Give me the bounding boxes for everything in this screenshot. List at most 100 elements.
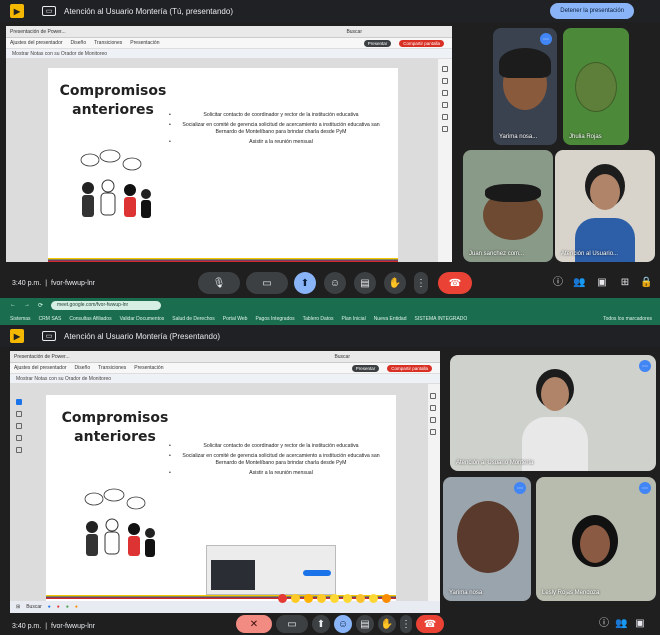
bookmark[interactable]: Plan Inicial: [342, 316, 366, 322]
tool-icon[interactable]: [16, 399, 22, 405]
ribbon-item[interactable]: Ajustes del presentador: [10, 40, 63, 46]
taskbar-search[interactable]: Buscar: [26, 604, 42, 610]
chat-icon[interactable]: ▣: [634, 618, 646, 630]
ppt-tab[interactable]: Presentación de Power...: [10, 29, 66, 35]
tool-icon[interactable]: [442, 66, 448, 72]
surprised-icon[interactable]: [343, 594, 352, 603]
present-button[interactable]: Presentar: [351, 364, 380, 372]
forward-icon[interactable]: →: [24, 302, 30, 308]
leave-call-button[interactable]: ☎: [416, 615, 444, 633]
tool-icon[interactable]: [16, 423, 22, 429]
stop-presenting-button[interactable]: Detener la presentación: [550, 3, 634, 19]
info-icon[interactable]: ⓘ: [552, 277, 564, 289]
share-button[interactable]: Compartir pantalla: [399, 39, 444, 47]
captions-button[interactable]: ▤: [354, 272, 376, 294]
taskbar-app-icon[interactable]: ●: [57, 604, 60, 610]
party-icon[interactable]: [304, 594, 313, 603]
raise-hand-button[interactable]: ✋: [384, 272, 406, 294]
tool-icon[interactable]: [16, 411, 22, 417]
thumbs-up-icon[interactable]: [291, 594, 300, 603]
ppt-tab[interactable]: Presentación de Power...: [14, 354, 70, 360]
ppt-search[interactable]: Buscar: [346, 29, 362, 35]
bookmark[interactable]: CRM SAS: [39, 316, 62, 322]
tool-icon[interactable]: [16, 447, 22, 453]
captions-button[interactable]: ▤: [356, 615, 374, 633]
meet-popup-preview: [206, 545, 336, 595]
taskbar-app-icon[interactable]: ●: [48, 604, 51, 610]
thinking-icon[interactable]: [369, 594, 378, 603]
mic-button[interactable]: 🎙: [198, 272, 240, 294]
tool-icon[interactable]: [430, 393, 436, 399]
all-bookmarks[interactable]: Todos los marcadores: [603, 316, 652, 322]
laugh-icon[interactable]: [330, 594, 339, 603]
ribbon-item[interactable]: Ajustes del presentador: [14, 365, 67, 371]
camera-button[interactable]: ▭: [276, 615, 308, 633]
participant-tile[interactable]: Juan sanchez com...: [463, 150, 553, 262]
tool-icon[interactable]: [430, 417, 436, 423]
bookmark[interactable]: Pagos Integrados: [255, 316, 294, 322]
browser-tab-row: ← → ⟳ meet.google.com/fvor-fwwup-lnr: [0, 298, 660, 312]
sad-icon[interactable]: [356, 594, 365, 603]
tool-icon[interactable]: [442, 126, 448, 132]
ppt-notice-bar: Mostrar Notas con su Orador de Monitoreo: [10, 374, 440, 384]
tool-icon[interactable]: [16, 435, 22, 441]
tool-icon[interactable]: [442, 102, 448, 108]
windows-start-icon[interactable]: ⊞: [16, 604, 20, 610]
ribbon-item[interactable]: Transiciones: [98, 365, 126, 371]
ribbon-item[interactable]: Diseño: [71, 40, 87, 46]
ppt-search[interactable]: Buscar: [334, 354, 350, 360]
present-button[interactable]: Presentar: [363, 39, 392, 47]
tool-icon[interactable]: [430, 405, 436, 411]
bookmark[interactable]: Sistemas: [10, 316, 31, 322]
clap-icon[interactable]: [317, 594, 326, 603]
people-icon[interactable]: 👥: [573, 277, 585, 289]
tool-icon[interactable]: [442, 114, 448, 120]
reaction-bar: [278, 594, 391, 603]
more-options-button[interactable]: ⋮: [400, 615, 412, 633]
share-button[interactable]: Compartir pantalla: [387, 364, 432, 372]
participant-tile[interactable]: ⋯ Lesly Rojas Mendoza: [536, 477, 656, 601]
bookmark[interactable]: Tablero Datos: [303, 316, 334, 322]
heart-icon[interactable]: [278, 594, 287, 603]
ribbon-item[interactable]: Diseño: [75, 365, 91, 371]
people-icon[interactable]: 👥: [615, 618, 627, 630]
bookmark[interactable]: Nueva Entidad: [374, 316, 407, 322]
raise-hand-button[interactable]: ✋: [378, 615, 396, 633]
present-button[interactable]: ⬆: [294, 272, 316, 294]
participant-tile[interactable]: Jhulia Rojas: [563, 28, 629, 145]
leave-call-button[interactable]: ☎: [438, 272, 472, 294]
reload-icon[interactable]: ⟳: [38, 302, 43, 309]
reactions-button[interactable]: ☺: [334, 615, 352, 633]
ribbon-item[interactable]: Presentación: [134, 365, 163, 371]
ribbon-item[interactable]: Transiciones: [94, 40, 122, 46]
address-bar[interactable]: meet.google.com/fvor-fwwup-lnr: [51, 300, 162, 310]
taskbar-app-icon[interactable]: ●: [75, 604, 78, 610]
thumbs-down-icon[interactable]: [382, 594, 391, 603]
present-button[interactable]: ⬆: [312, 615, 330, 633]
host-controls-icon[interactable]: 🔒: [640, 277, 652, 289]
tool-icon[interactable]: [442, 90, 448, 96]
tool-icon[interactable]: [442, 78, 448, 84]
ribbon-item[interactable]: Presentación: [130, 40, 159, 46]
more-options-button[interactable]: ⋮: [414, 272, 428, 294]
bookmark[interactable]: Portal Web: [223, 316, 248, 322]
bullet-item: Solicitar contacto de coordinador y rect…: [169, 443, 386, 451]
info-icon[interactable]: ⓘ: [598, 618, 610, 630]
bookmark[interactable]: Salud de Derechos: [172, 316, 215, 322]
bookmark[interactable]: Consultas Afiliados: [69, 316, 111, 322]
camera-button[interactable]: ▭: [246, 272, 288, 294]
participant-tile[interactable]: Atención al Usuario...: [555, 150, 655, 262]
taskbar-app-icon[interactable]: ●: [66, 604, 69, 610]
participant-tile[interactable]: ⋯ Atención al Usuario Montería: [450, 355, 656, 471]
mic-off-button[interactable]: ✕: [236, 615, 272, 633]
tool-icon[interactable]: [430, 429, 436, 435]
reactions-button[interactable]: ☺: [324, 272, 346, 294]
bookmark[interactable]: Validar Documentos: [120, 316, 165, 322]
bookmark[interactable]: SISTEMA INTEGRADO: [415, 316, 468, 322]
preview-button[interactable]: [303, 570, 331, 576]
back-icon[interactable]: ←: [10, 302, 16, 308]
participant-tile[interactable]: ⋯ Yarima nosa: [443, 477, 531, 601]
chat-icon[interactable]: ▣: [596, 277, 608, 289]
activities-icon[interactable]: ⊞: [619, 277, 631, 289]
participant-tile[interactable]: ⋯ Yarima nosa...: [493, 28, 557, 145]
